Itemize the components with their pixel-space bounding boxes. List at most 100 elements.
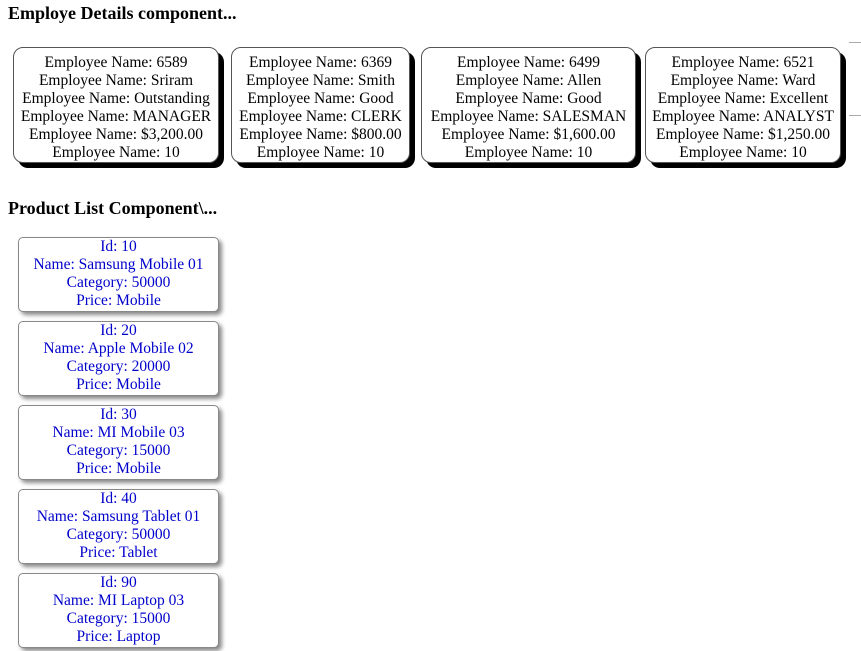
employee-rating-line: Employee Name: Good xyxy=(232,90,409,108)
product-name-label: Name: xyxy=(36,508,82,525)
employee-card: Employee Name: 6589 Employee Name: Sriram… xyxy=(13,47,219,163)
product-id-label: Id: xyxy=(100,322,122,339)
employee-dept-value: 10 xyxy=(576,144,593,161)
product-id-value: 20 xyxy=(121,322,137,339)
employee-field-label: Employee Name: xyxy=(249,54,361,71)
employee-job-line: Employee Name: ANALYST xyxy=(646,108,840,126)
employee-field-label: Employee Name: xyxy=(457,54,569,71)
employee-card: Employee Name: 6499 Employee Name: Allen E… xyxy=(421,47,636,163)
product-card: Id: 90 Name: MI Laptop 03 Category: 15000 P… xyxy=(18,573,219,648)
employee-id-value: 6521 xyxy=(783,54,815,71)
employee-field-label: Employee Name: xyxy=(430,108,543,125)
product-price-value: Mobile xyxy=(116,292,161,309)
product-id-value: 30 xyxy=(121,406,137,423)
employee-dept-line: Employee Name: 10 xyxy=(422,144,635,162)
employee-name-value: Ward xyxy=(782,72,816,89)
employee-field-label: Employee Name: xyxy=(44,54,157,71)
employee-section-heading: Employe Details component... xyxy=(8,3,237,23)
employee-dept-value: 10 xyxy=(791,144,807,161)
employee-job-value: SALESMAN xyxy=(542,108,627,125)
employee-field-label: Employee Name: xyxy=(455,90,568,107)
employee-id-line: Employee Name: 6369 xyxy=(232,54,409,72)
product-category-line: Category: 50000 xyxy=(19,526,218,544)
product-name-label: Name: xyxy=(33,256,79,273)
employee-field-label: Employee Name: xyxy=(441,126,554,143)
product-category-value: 15000 xyxy=(131,442,171,459)
product-price-label: Price: xyxy=(76,376,117,393)
product-category-value: 20000 xyxy=(131,358,171,375)
employee-name-line: Employee Name: Ward xyxy=(646,72,840,90)
product-id-value: 10 xyxy=(121,238,137,255)
product-category-label: Category: xyxy=(66,442,132,459)
employee-name-line: Employee Name: Smith xyxy=(232,72,409,90)
product-id-line: Id: 10 xyxy=(19,238,218,256)
employee-field-label: Employee Name: xyxy=(247,90,360,107)
employee-field-label: Employee Name: xyxy=(246,72,358,89)
product-name-line: Name: Samsung Tablet 01 xyxy=(19,508,218,526)
product-card: Id: 20 Name: Apple Mobile 02 Category: 200… xyxy=(18,321,219,396)
employee-id-value: 6589 xyxy=(156,54,188,71)
product-name-label: Name: xyxy=(52,424,98,441)
product-card: Id: 30 Name: MI Mobile 03 Category: 15000 P… xyxy=(18,405,219,480)
product-category-value: 50000 xyxy=(131,274,171,291)
employee-field-label: Employee Name: xyxy=(679,144,792,161)
product-name-value: Samsung Tablet 01 xyxy=(81,508,201,525)
employee-id-line: Employee Name: 6521 xyxy=(646,54,840,72)
employee-id-value: 6369 xyxy=(360,54,392,71)
product-id-value: 90 xyxy=(121,574,137,591)
product-category-label: Category: xyxy=(66,610,132,627)
employee-salary-line: Employee Name: $3,200.00 xyxy=(14,126,218,144)
product-category-label: Category: xyxy=(66,358,132,375)
product-price-line: Price: Tablet xyxy=(19,544,218,562)
employee-job-line: Employee Name: SALESMAN xyxy=(422,108,635,126)
employee-field-label: Employee Name: xyxy=(20,108,133,125)
employee-salary-line: Employee Name: $800.00 xyxy=(232,126,409,144)
employee-name-line: Employee Name: Allen xyxy=(422,72,635,90)
employee-salary-value: $1,250.00 xyxy=(767,126,830,143)
product-price-value: Mobile xyxy=(116,376,161,393)
employee-field-label: Employee Name: xyxy=(656,126,768,143)
employee-id-value: 6499 xyxy=(568,54,600,71)
product-name-value: MI Laptop 03 xyxy=(98,592,185,609)
employee-field-label: Employee Name: xyxy=(671,54,784,71)
product-price-line: Price: Laptop xyxy=(19,628,218,646)
product-section-heading: Product List Component\... xyxy=(8,198,218,218)
employee-rating-line: Employee Name: Outstanding xyxy=(14,90,218,108)
product-id-label: Id: xyxy=(100,406,122,423)
product-category-line: Category: 15000 xyxy=(19,610,218,628)
product-category-label: Category: xyxy=(66,274,132,291)
product-category-value: 50000 xyxy=(131,526,171,543)
product-category-value: 15000 xyxy=(131,610,171,627)
product-price-label: Price: xyxy=(76,628,117,645)
product-id-label: Id: xyxy=(100,490,122,507)
product-card: Id: 40 Name: Samsung Tablet 01 Category: 5… xyxy=(18,489,219,564)
product-id-line: Id: 20 xyxy=(19,322,218,340)
product-category-label: Category: xyxy=(66,526,132,543)
employee-id-line: Employee Name: 6589 xyxy=(14,54,218,72)
employee-dept-value: 10 xyxy=(164,144,180,161)
employee-job-value: MANAGER xyxy=(132,108,212,125)
product-id-line: Id: 90 xyxy=(19,574,218,592)
employee-field-label: Employee Name: xyxy=(52,144,165,161)
product-category-line: Category: 20000 xyxy=(19,358,218,376)
employee-field-label: Employee Name: xyxy=(256,144,369,161)
product-id-line: Id: 30 xyxy=(19,406,218,424)
employee-dept-value: 10 xyxy=(368,144,385,161)
employee-rating-line: Employee Name: Good xyxy=(422,90,635,108)
product-price-line: Price: Mobile xyxy=(19,460,218,478)
employee-salary-line: Employee Name: $1,600.00 xyxy=(422,126,635,144)
employee-job-value: ANALYST xyxy=(763,108,834,125)
employee-field-label: Employee Name: xyxy=(29,126,141,143)
employee-name-value: Sriram xyxy=(150,72,194,89)
product-price-line: Price: Mobile xyxy=(19,376,218,394)
employee-rating-value: Good xyxy=(359,90,394,107)
employee-card: Employee Name: 6369 Employee Name: Smith E… xyxy=(231,47,410,163)
product-name-line: Name: MI Mobile 03 xyxy=(19,424,218,442)
product-name-line: Name: Samsung Mobile 01 xyxy=(19,256,218,274)
product-name-line: Name: MI Laptop 03 xyxy=(19,592,218,610)
product-name-value: MI Mobile 03 xyxy=(97,424,185,441)
employee-dept-line: Employee Name: 10 xyxy=(646,144,840,162)
employee-field-label: Employee Name: xyxy=(652,108,764,125)
employee-field-label: Employee Name: xyxy=(22,90,135,107)
employee-salary-value: $1,600.00 xyxy=(553,126,616,143)
